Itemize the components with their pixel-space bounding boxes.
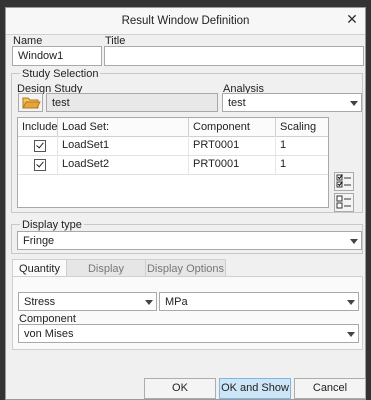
select-all-icon [336,174,351,188]
cancel-button[interactable]: Cancel [294,378,366,399]
title-bar: Result Window Definition ✕ [6,8,365,35]
display-type-label: Display type [20,219,84,231]
chevron-down-icon [344,325,358,342]
name-input[interactable]: Window1 [12,46,102,66]
component-value: von Mises [24,328,74,340]
table-row[interactable]: LoadSet1 PRT0001 1 [18,136,328,156]
display-type-value: Fringe [23,235,55,247]
ok-and-show-button[interactable]: OK and Show [219,378,291,399]
select-all-button[interactable] [334,172,354,191]
scaling-cell[interactable]: 1 [276,136,328,155]
deselect-all-icon [336,195,351,209]
quantity-value: Stress [24,296,56,308]
design-study-field: test [46,93,218,112]
load-set-cell: LoadSet2 [58,155,189,174]
open-study-button[interactable] [18,93,43,112]
quantity-select[interactable]: Stress [18,292,157,311]
chevron-down-icon [347,94,361,111]
chevron-down-icon [344,293,358,310]
tab-display-location[interactable]: Display Location [66,259,146,293]
chevron-down-icon [142,293,156,310]
tab-display-options[interactable]: Display Options [145,259,226,277]
title-input[interactable] [104,46,364,66]
load-set-cell: LoadSet1 [58,136,189,155]
unit-value: MPa [165,296,188,308]
deselect-all-button[interactable] [334,193,354,212]
component-select[interactable]: von Mises [18,324,359,343]
loadset-table: Include Load Set: Component Scaling Load… [17,117,329,208]
display-type-select[interactable]: Fringe [17,231,362,250]
include-checkbox[interactable] [34,140,46,152]
scaling-cell[interactable]: 1 [276,155,328,174]
unit-select[interactable]: MPa [159,292,359,311]
table-row[interactable]: LoadSet2 PRT0001 1 [18,155,328,175]
component-cell: PRT0001 [189,155,276,174]
component-cell: PRT0001 [189,136,276,155]
folder-icon [22,97,41,109]
table-header: Include Load Set: Component Scaling [18,118,328,137]
analysis-value: test [228,97,246,109]
dialog-title: Result Window Definition [121,15,250,27]
header-component: Component [189,118,276,136]
close-icon[interactable]: ✕ [345,12,359,26]
tab-bar: Quantity Display Location Display Option… [5,259,354,293]
chevron-down-icon [347,232,361,249]
header-scaling: Scaling [280,121,317,133]
study-selection-label: Study Selection [20,68,101,80]
analysis-select[interactable]: test [222,93,362,112]
header-load-set: Load Set: [58,118,189,136]
ok-button[interactable]: OK [144,378,216,399]
header-include: Include [18,118,58,136]
tab-quantity[interactable]: Quantity [12,259,67,277]
include-checkbox[interactable] [34,159,46,171]
